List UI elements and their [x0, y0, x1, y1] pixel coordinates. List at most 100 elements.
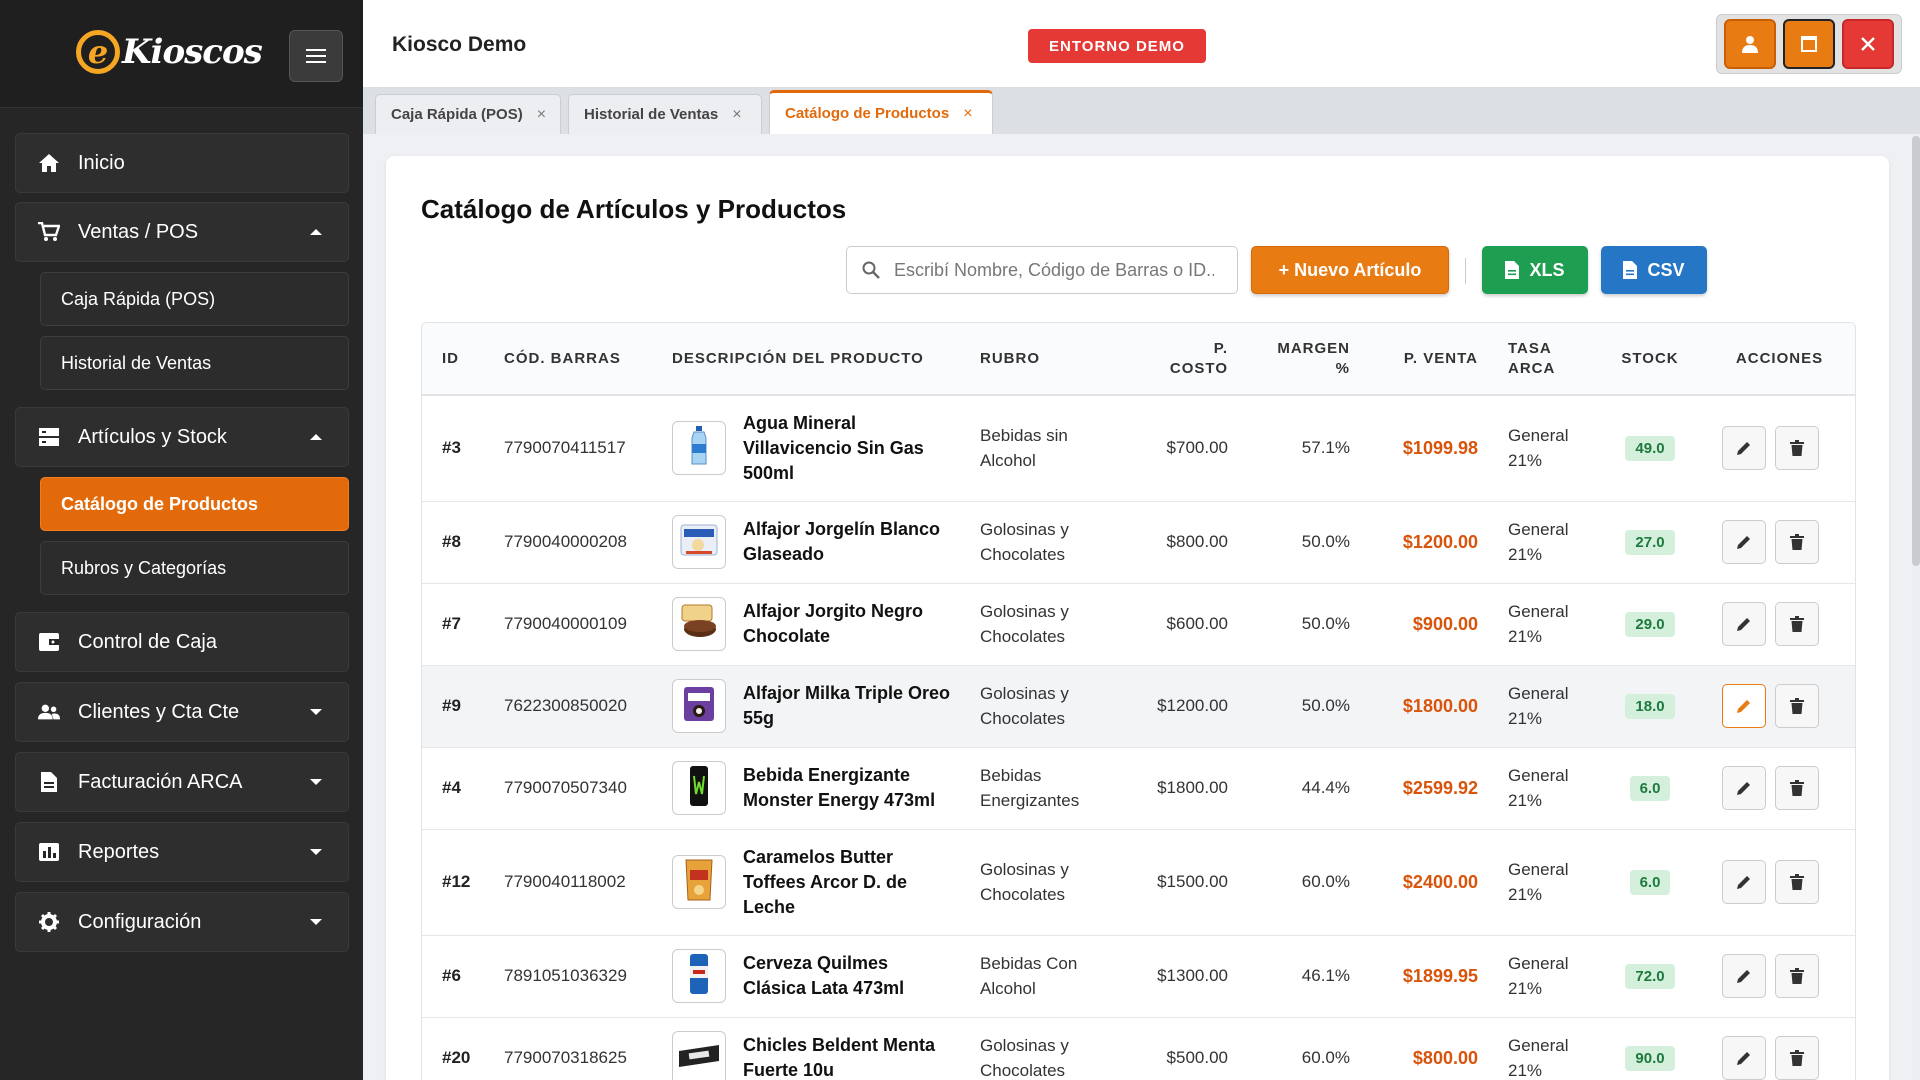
col-description[interactable]: DESCRIPCIÓN DEL PRODUCTO	[660, 323, 968, 396]
product-thumbnail	[672, 1031, 726, 1080]
chevron-down-icon	[310, 849, 322, 855]
tab-caja-rapida[interactable]: Caja Rápida (POS) ×	[375, 94, 561, 134]
col-tax[interactable]: TASA ARCA	[1490, 323, 1598, 396]
export-csv-button[interactable]: CSV	[1601, 246, 1707, 294]
logo-mark: e	[76, 30, 120, 74]
delete-button[interactable]	[1775, 1036, 1819, 1080]
col-id[interactable]: ID	[422, 323, 492, 396]
sidebar-item-inicio[interactable]: Inicio	[15, 133, 349, 193]
cell-barcode: 7790070411517	[492, 395, 660, 502]
user-button[interactable]	[1724, 19, 1776, 69]
sidebar-item-clientes[interactable]: Clientes y Cta Cte	[15, 682, 349, 742]
main-card: Catálogo de Artículos y Productos + Nuev…	[386, 156, 1889, 1080]
delete-button[interactable]	[1775, 426, 1819, 471]
cart-icon	[38, 221, 60, 243]
cell-id: #9	[422, 665, 492, 748]
chevron-up-icon	[310, 434, 322, 440]
tab-catalogo[interactable]: Catálogo de Productos ×	[769, 90, 993, 134]
cell-description: Alfajor Jorgelín Blanco Glaseado	[660, 501, 968, 584]
tab-historial[interactable]: Historial de Ventas ×	[568, 94, 762, 134]
col-barcode[interactable]: CÓD. BARRAS	[492, 323, 660, 396]
sidebar-subitem-historial[interactable]: Historial de Ventas	[40, 336, 349, 390]
edit-button[interactable]	[1722, 766, 1766, 810]
edit-button[interactable]	[1722, 426, 1766, 471]
col-margin[interactable]: MARGEN%	[1240, 323, 1362, 396]
alfajor-white-icon	[678, 519, 720, 566]
close-icon[interactable]: ×	[732, 106, 741, 124]
cell-stock: 6.0	[1598, 747, 1702, 830]
table-row[interactable]: #8 7790040000208 Alfajor Jorgelín Blanco G…	[422, 501, 1855, 584]
table-row[interactable]: #9 7622300850020 Alfajor Milka Triple Oreo…	[422, 665, 1855, 748]
delete-button[interactable]	[1775, 954, 1819, 998]
delete-button[interactable]	[1775, 602, 1819, 646]
close-icon[interactable]: ×	[963, 105, 972, 123]
pencil-icon	[1737, 1052, 1750, 1065]
close-icon[interactable]: ×	[537, 106, 546, 124]
product-name: Agua Mineral Villavicencio Sin Gas 500ml	[743, 412, 924, 483]
close-button[interactable]	[1842, 19, 1894, 69]
gear-icon	[38, 911, 60, 933]
product-thumbnail	[672, 679, 726, 733]
trash-icon	[1790, 440, 1804, 457]
table-row[interactable]: #12 7790040118002 Caramelos Butter Toffees…	[422, 829, 1855, 936]
delete-button[interactable]	[1775, 860, 1819, 904]
cell-tax: General 21%	[1490, 395, 1598, 502]
product-thumbnail	[672, 855, 726, 909]
table-row[interactable]: #3 7790070411517 Agua Mineral Villavicenci…	[422, 395, 1855, 502]
stock-badge: 27.0	[1625, 529, 1675, 555]
cell-rubro: Golosinas y Chocolates	[968, 501, 1126, 584]
search-input[interactable]	[894, 259, 1214, 281]
edit-button[interactable]	[1722, 684, 1766, 728]
trash-icon	[1790, 1050, 1804, 1066]
col-cost[interactable]: P. COSTO	[1126, 323, 1240, 396]
export-xls-button[interactable]: XLS	[1482, 246, 1588, 294]
col-sale-price[interactable]: P. VENTA	[1362, 323, 1490, 396]
table-row[interactable]: #7 7790040000109 Alfajor Jorgito Negro Cho…	[422, 583, 1855, 666]
cell-actions	[1702, 747, 1855, 830]
scrollbar-thumb[interactable]	[1912, 136, 1920, 566]
delete-button[interactable]	[1775, 766, 1819, 810]
new-article-button[interactable]: + Nuevo Artículo	[1251, 246, 1449, 294]
sidebar-item-configuracion[interactable]: Configuración	[15, 892, 349, 952]
cell-rubro: Bebidas Energizantes	[968, 747, 1126, 830]
edit-button[interactable]	[1722, 602, 1766, 646]
edit-button[interactable]	[1722, 520, 1766, 564]
chevron-down-icon	[310, 779, 322, 785]
col-stock[interactable]: STOCK	[1598, 323, 1702, 396]
edit-button[interactable]	[1722, 1036, 1766, 1080]
search-box[interactable]	[846, 246, 1238, 294]
cell-tax: General 21%	[1490, 747, 1598, 830]
cell-margin: 50.0%	[1240, 501, 1362, 584]
sidebar-subitem-rubros[interactable]: Rubros y Categorías	[40, 541, 349, 595]
delete-button[interactable]	[1775, 684, 1819, 728]
products-table: ID CÓD. BARRAS DESCRIPCIÓN DEL PRODUCTO …	[421, 322, 1856, 1080]
cell-margin: 46.1%	[1240, 935, 1362, 1018]
cell-cost: $600.00	[1126, 583, 1240, 666]
cell-id: #3	[422, 395, 492, 502]
edit-button[interactable]	[1722, 860, 1766, 904]
stock-badge: 90.0	[1625, 1045, 1675, 1071]
sidebar-item-ventas[interactable]: Ventas / POS	[15, 202, 349, 262]
pencil-icon	[1737, 618, 1750, 631]
sidebar-subitem-catalogo[interactable]: Catálogo de Productos	[40, 477, 349, 531]
maximize-button[interactable]	[1783, 19, 1835, 69]
table-row[interactable]: #4 7790070507340 Bebida Energizante Monste…	[422, 747, 1855, 830]
app-logo[interactable]: e Kioscos	[76, 30, 263, 74]
page-title: Catálogo de Artículos y Productos	[421, 194, 847, 224]
cell-cost: $1800.00	[1126, 747, 1240, 830]
sidebar-item-reportes[interactable]: Reportes	[15, 822, 349, 882]
sidebar-subitem-caja-rapida[interactable]: Caja Rápida (POS)	[40, 272, 349, 326]
table-row[interactable]: #20 7790070318625 Chicles Beldent Menta Fu…	[422, 1017, 1855, 1080]
table-row[interactable]: #6 7891051036329 Cerveza Quilmes Clásica L…	[422, 935, 1855, 1018]
menu-toggle-button[interactable]	[289, 30, 343, 82]
cell-tax: General 21%	[1490, 583, 1598, 666]
col-actions: ACCIONES	[1702, 323, 1855, 396]
sidebar-item-articulos[interactable]: Artículos y Stock	[15, 407, 349, 467]
col-rubro[interactable]: RUBRO	[968, 323, 1126, 396]
home-icon	[38, 152, 60, 174]
sidebar-item-facturacion[interactable]: Facturación ARCA	[15, 752, 349, 812]
delete-button[interactable]	[1775, 520, 1819, 564]
sidebar-item-control-caja[interactable]: Control de Caja	[15, 612, 349, 672]
cell-sale-price: $900.00	[1362, 583, 1490, 666]
edit-button[interactable]	[1722, 954, 1766, 998]
